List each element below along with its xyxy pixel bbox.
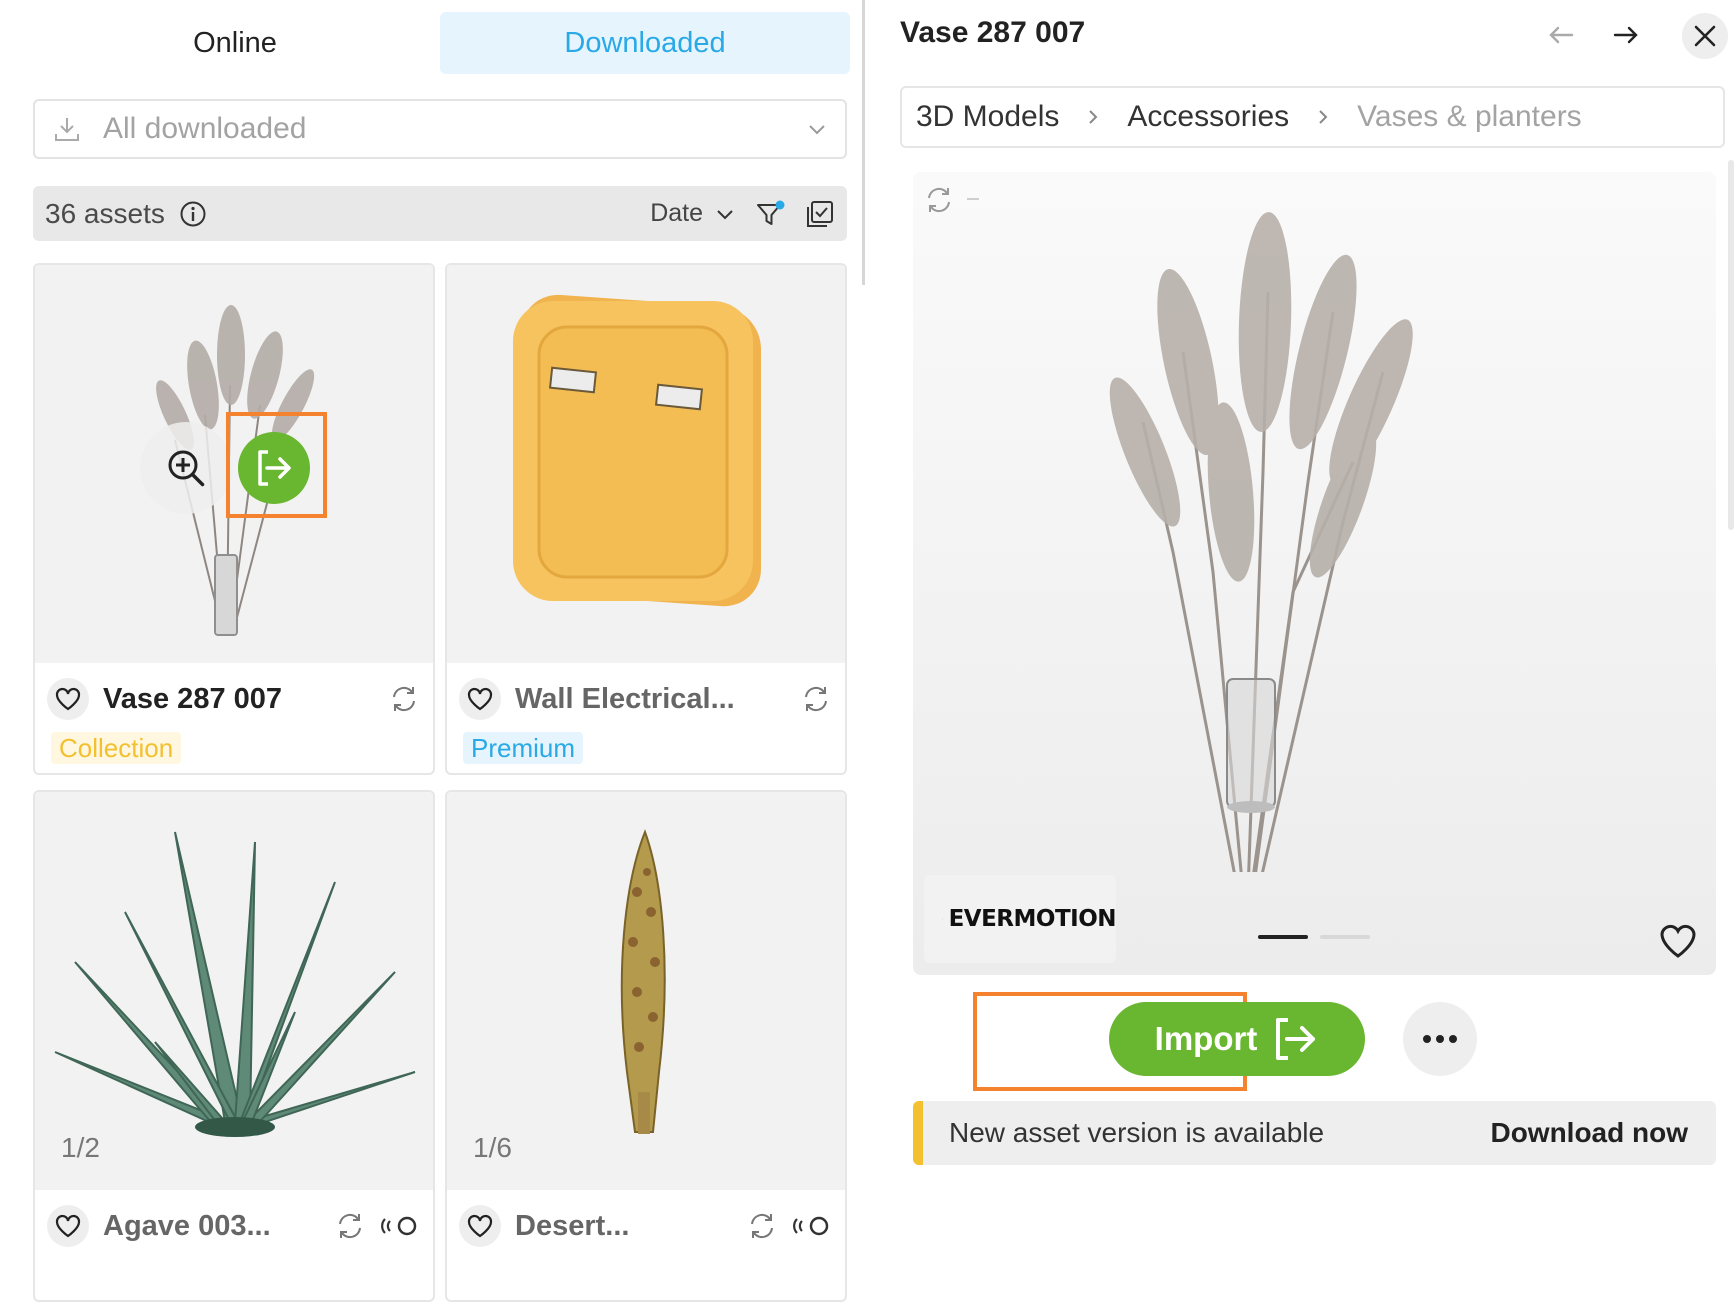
- close-icon: [1694, 25, 1716, 47]
- asset-card-vase[interactable]: Vase 287 007 Collection: [33, 263, 435, 775]
- heart-icon: [467, 1214, 493, 1238]
- panel-scrollbar[interactable]: [862, 0, 865, 285]
- favorite-button[interactable]: [459, 1205, 501, 1247]
- asset-name: Vase 287 007: [103, 682, 283, 715]
- sync-icon[interactable]: [747, 1211, 777, 1241]
- brand-logo: EVERMOTION: [924, 875, 1117, 963]
- heart-icon: [55, 687, 81, 711]
- collection-badge: Collection: [51, 732, 182, 764]
- source-tabs: Online Downloaded: [30, 12, 850, 74]
- asset-browser-panel: Online Downloaded All downloaded 36 asse…: [0, 0, 865, 1313]
- more-icon: [1423, 1035, 1457, 1043]
- asset-detail-panel: Vase 287 007 3D Models Accessories Vases…: [880, 0, 1735, 1313]
- results-toolbar: 36 assets Date: [33, 186, 847, 241]
- notice-message: New asset version is available: [949, 1117, 1325, 1148]
- chevron-right-icon: [1319, 110, 1328, 124]
- detail-scrollbar[interactable]: [1728, 160, 1734, 530]
- slide-dot[interactable]: [1258, 935, 1308, 939]
- agave-thumbnail-image: [54, 831, 416, 1137]
- card-title-row: Wall Electrical...: [459, 677, 831, 721]
- zoom-in-icon: [168, 450, 205, 487]
- arrow-left-icon[interactable]: [1546, 20, 1576, 50]
- heart-icon[interactable]: [1658, 921, 1698, 961]
- sort-chevron-icon[interactable]: [715, 204, 735, 224]
- import-icon: [1276, 1018, 1316, 1060]
- breadcrumb-3d-models[interactable]: 3D Models: [916, 100, 1059, 134]
- evermotion-logo-icon: [942, 918, 943, 920]
- select-all-icon[interactable]: [805, 199, 835, 229]
- slide-indicator: [1258, 935, 1382, 939]
- highlight-quick-import: [226, 412, 327, 518]
- filter-icon[interactable]: [755, 199, 785, 229]
- filter-value: All downloaded: [103, 112, 307, 145]
- favorite-button[interactable]: [47, 1205, 89, 1247]
- glass-vase-shape: [1226, 678, 1276, 813]
- sync-icon[interactable]: [335, 1211, 365, 1241]
- vr-icon[interactable]: [791, 1211, 831, 1241]
- notice-stripe: [913, 1101, 923, 1165]
- chevron-right-icon: [1089, 110, 1098, 124]
- card-title-row: Agave 003...: [47, 1204, 419, 1248]
- downloaded-filter-select[interactable]: All downloaded: [33, 99, 847, 159]
- asset-name: Agave 003...: [103, 1209, 271, 1242]
- asset-name: Wall Electrical...: [515, 682, 735, 715]
- more-options-button[interactable]: [1403, 1002, 1477, 1076]
- download-icon: [55, 118, 79, 141]
- variant-counter: 1/6: [473, 1132, 512, 1163]
- logo-text: EVERMOTION: [948, 906, 1117, 932]
- asset-thumbnail[interactable]: 1/2: [35, 792, 433, 1190]
- asset-card-wall-electrical[interactable]: Wall Electrical... Premium: [445, 263, 847, 775]
- asset-thumbnail[interactable]: [447, 265, 845, 663]
- asset-thumbnail[interactable]: 1/6: [447, 792, 845, 1190]
- heart-icon: [55, 1214, 81, 1238]
- tab-online[interactable]: Online: [30, 12, 440, 74]
- variant-counter: 1/2: [61, 1132, 100, 1163]
- vr-icon[interactable]: [379, 1211, 419, 1241]
- breadcrumb: 3D Models Accessories Vases & planters: [900, 86, 1725, 148]
- import-label: Import: [1154, 1020, 1258, 1057]
- asset-name: Desert...: [515, 1209, 630, 1242]
- info-icon[interactable]: [179, 200, 207, 228]
- asset-card-agave[interactable]: 1/2 Agave 003...: [33, 790, 435, 1302]
- sync-icon[interactable]: [389, 684, 419, 714]
- heart-icon: [467, 687, 493, 711]
- chevron-down-icon: [809, 125, 825, 135]
- card-title-row: Vase 287 007: [47, 677, 419, 721]
- download-now-link[interactable]: Download now: [1490, 1117, 1688, 1149]
- premium-badge: Premium: [463, 732, 584, 764]
- favorite-button[interactable]: [459, 678, 501, 720]
- detail-title: Vase 287 007: [900, 16, 1086, 49]
- arrow-right-icon[interactable]: [1611, 20, 1641, 50]
- asset-card-desert[interactable]: 1/6 Desert...: [445, 790, 847, 1302]
- desert-plant-thumbnail-image: [620, 829, 666, 1134]
- import-button[interactable]: Import: [1109, 1002, 1365, 1076]
- asset-preview[interactable]: EVERMOTION: [913, 172, 1716, 975]
- sync-icon[interactable]: [801, 684, 831, 714]
- asset-count: 36 assets: [45, 197, 165, 229]
- zoom-button[interactable]: [140, 422, 232, 514]
- card-title-row: Desert...: [459, 1204, 831, 1248]
- breadcrumb-accessories[interactable]: Accessories: [1127, 100, 1289, 134]
- slide-dot[interactable]: [1320, 935, 1370, 939]
- sort-select[interactable]: Date: [650, 199, 703, 228]
- favorite-button[interactable]: [47, 678, 89, 720]
- vase-preview-image: [1109, 212, 1413, 872]
- update-notice: New asset version is available Download …: [913, 1101, 1716, 1165]
- close-button[interactable]: [1682, 13, 1728, 59]
- breadcrumb-vases-planters: Vases & planters: [1357, 100, 1582, 133]
- tab-downloaded[interactable]: Downloaded: [440, 12, 850, 74]
- wall-socket-thumbnail-image: [513, 294, 761, 607]
